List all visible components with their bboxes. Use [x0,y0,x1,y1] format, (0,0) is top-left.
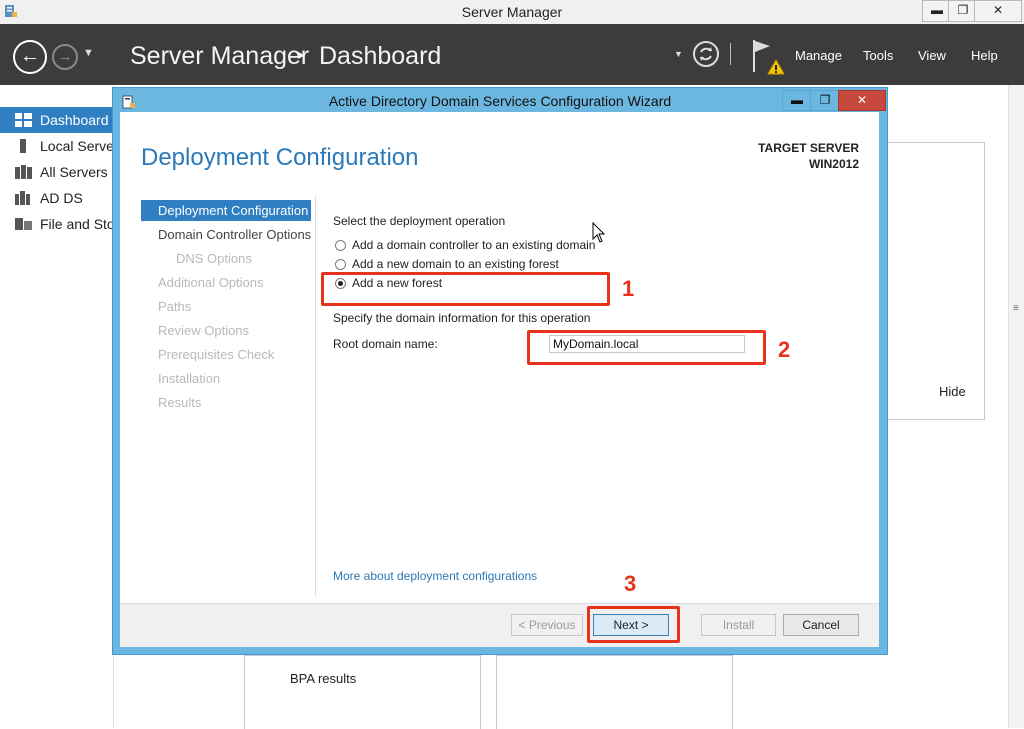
hide-link[interactable]: Hide [939,384,966,399]
step-dns-options: DNS Options [176,251,252,266]
bpa-results-label[interactable]: BPA results [290,671,356,686]
forward-arrow-icon: → [57,48,73,65]
sidebar-item-label: Local Server [40,138,119,154]
dialog-minimize-button[interactable]: ▬ [782,90,812,111]
sidebar-item-file-storage[interactable]: File and Sto [0,211,115,237]
step-review-options: Review Options [158,323,250,338]
breadcrumb-page: Dashboard [319,42,442,70]
previous-button[interactable]: < Previous [511,614,583,636]
breadcrumb-separator-icon: ▸ [298,46,306,62]
close-button[interactable]: ✕ [974,0,1022,22]
window-title: Server Manager [461,4,563,20]
step-results: Results [158,395,202,410]
ad-ds-icon [15,191,30,205]
vertical-scrollbar[interactable]: ≡ [1008,85,1024,728]
sidebar: Dashboard Local Server All Servers AD DS… [0,85,119,728]
domain-info-label: Specify the domain information for this … [333,311,591,325]
sidebar-item-label: AD DS [40,190,83,206]
root-domain-label: Root domain name: [333,337,438,351]
step-paths: Paths [158,299,192,314]
annotation-number-2: 2 [778,337,791,362]
step-prerequisites-check: Prerequisites Check [158,347,275,362]
step-installation: Installation [158,371,221,386]
menu-manage[interactable]: Manage [795,48,842,63]
grid-icon [15,113,32,127]
annotation-number-3: 3 [624,571,637,596]
sidebar-item-label: File and Sto [40,216,115,232]
sidebar-item-dashboard[interactable]: Dashboard [0,107,113,133]
step-deployment-configuration[interactable]: Deployment Configuration [141,200,311,221]
dialog-maximize-button[interactable]: ❐ [810,90,840,111]
radio-add-domain-existing-forest[interactable] [335,259,346,270]
annotation-number-1: 1 [622,276,635,301]
sidebar-item-ad-ds[interactable]: AD DS [0,185,113,211]
role-tile: BPA results [244,655,481,729]
notifications-flag-icon[interactable] [750,38,784,78]
dialog-title: Active Directory Domain Services Configu… [328,93,672,109]
radio-add-dc-existing-domain[interactable] [335,240,346,251]
refresh-dropdown-icon[interactable]: ▼ [674,49,683,59]
target-server-label: TARGET SERVER [758,141,859,155]
sidebar-item-all-servers[interactable]: All Servers [0,159,113,185]
step-additional-options: Additional Options [158,275,264,290]
option-label[interactable]: Add a domain controller to an existing d… [352,238,595,252]
annotation-box-next [587,606,680,643]
menu-help[interactable]: Help [971,48,998,63]
menu-view[interactable]: View [918,48,946,63]
annotation-box-root-domain [527,330,766,365]
cancel-button[interactable]: Cancel [783,614,859,636]
more-about-deployment-link[interactable]: More about deployment configurations [333,569,537,583]
step-label: Deployment Configuration [158,203,309,218]
option-label[interactable]: Add a new domain to an existing forest [352,257,559,271]
dialog-close-button[interactable]: ✕ [838,90,886,111]
history-dropdown-icon[interactable]: ▼ [83,47,94,59]
file-storage-icon [15,218,32,230]
server-icon [20,139,26,153]
step-domain-controller-options[interactable]: Domain Controller Options [158,227,311,242]
steps-divider [315,196,316,596]
header-divider [730,43,731,65]
scrollbar-grip-icon: ≡ [1013,303,1019,314]
sidebar-item-local-server[interactable]: Local Server [0,133,119,159]
back-arrow-icon: ← [20,45,40,67]
forward-button[interactable]: → [52,44,78,70]
breadcrumb-app[interactable]: Server Manager [130,42,309,71]
role-tile [496,655,733,729]
deployment-operation-label: Select the deployment operation [333,214,506,228]
servers-icon [15,165,32,179]
wizard-heading: Deployment Configuration [141,144,419,171]
server-manager-header: ← → ▼ Server Manager ▸ Dashboard ▼ Manag… [0,24,1024,85]
install-button[interactable]: Install [701,614,776,636]
sidebar-item-label: Dashboard [40,112,109,128]
sidebar-item-label: All Servers [40,164,108,180]
menu-tools[interactable]: Tools [863,48,893,63]
window-titlebar: Server Manager ▬ ❐ ✕ [0,0,1024,25]
welcome-panel [884,142,985,420]
refresh-icon[interactable] [692,40,720,68]
back-button[interactable]: ← [13,40,47,74]
target-server-value: WIN2012 [808,157,859,171]
mouse-cursor-icon [592,222,606,243]
annotation-box-new-forest [321,272,610,306]
